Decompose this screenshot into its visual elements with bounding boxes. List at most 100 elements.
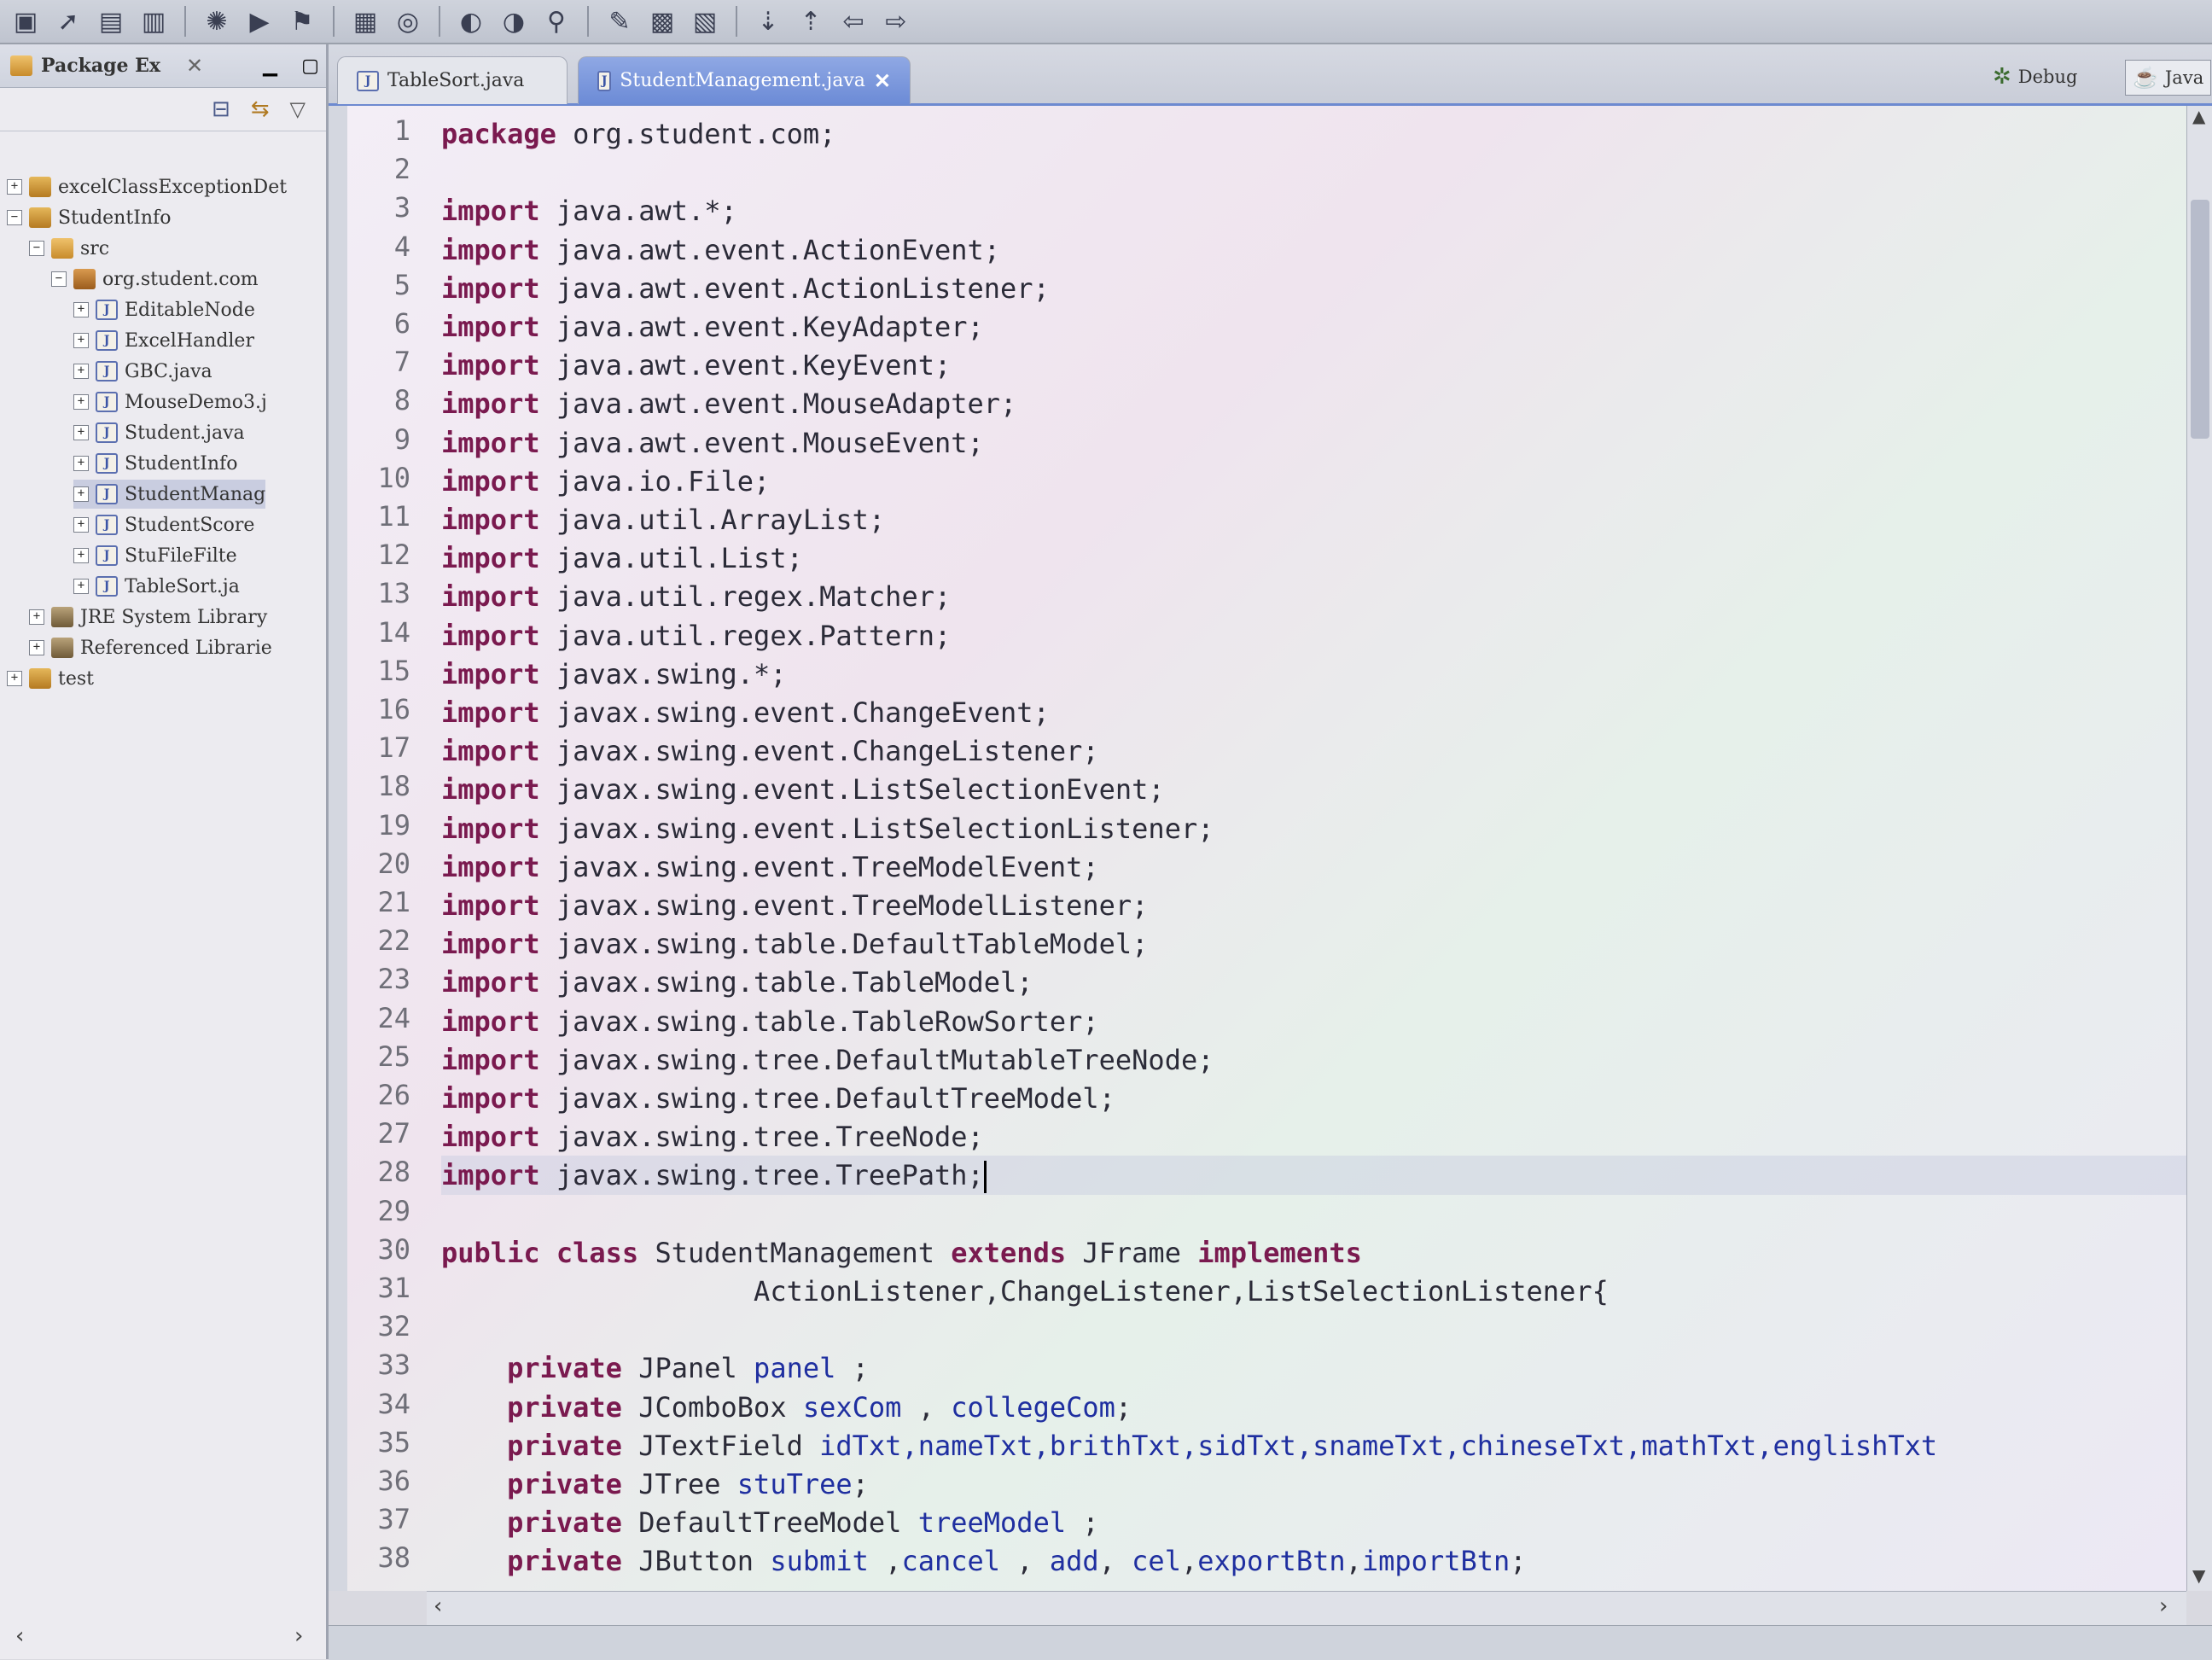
code-line[interactable]: import javax.swing.event.TreeModelListen…	[441, 886, 1148, 925]
code-line[interactable]: import javax.swing.table.TableRowSorter;	[441, 1002, 1099, 1041]
scroll-left-icon[interactable]: ‹	[434, 1593, 442, 1619]
open-type-icon[interactable]: ◑	[497, 4, 531, 38]
expand-icon[interactable]: +	[7, 671, 22, 686]
code-line[interactable]: private JComboBox sexCom , collegeCom;	[441, 1388, 1132, 1427]
code-line[interactable]: import javax.swing.event.ListSelectionLi…	[441, 809, 1214, 848]
code-line[interactable]: import javax.swing.table.DefaultTableMod…	[441, 924, 1148, 964]
expand-icon[interactable]: +	[29, 609, 44, 625]
maximize-icon[interactable]: ▢	[301, 55, 319, 77]
horizontal-scrollbar[interactable]: ‹ ›	[427, 1591, 2186, 1626]
next-annotation-icon[interactable]: ⇣	[751, 4, 785, 38]
toggle-mark-icon[interactable]: ✎	[602, 4, 637, 38]
expand-icon[interactable]: +	[29, 640, 44, 655]
code-line[interactable]: private JTextField idTxt,nameTxt,brithTx…	[441, 1426, 1937, 1465]
tree-item[interactable]: − org.student.com	[51, 265, 259, 294]
new-java-project-icon[interactable]: ▦	[348, 4, 382, 38]
code-line[interactable]: import javax.swing.event.ListSelectionEv…	[441, 770, 1165, 809]
code-line[interactable]: import javax.swing.event.TreeModelEvent;	[441, 847, 1099, 887]
external-tools-icon[interactable]: ⚑	[285, 4, 319, 38]
scroll-right-icon[interactable]: ›	[294, 1623, 303, 1649]
code-line[interactable]: private DefaultTreeModel treeModel ;	[441, 1503, 1099, 1542]
code-line[interactable]: import java.util.List;	[441, 539, 803, 578]
tree-item[interactable]: + J EditableNode	[73, 295, 255, 324]
expand-icon[interactable]: +	[73, 579, 89, 594]
pointer-icon[interactable]: ➚	[51, 4, 85, 38]
code-line[interactable]: import java.awt.event.KeyEvent;	[441, 346, 951, 385]
tree-item[interactable]: − StudentInfo	[7, 203, 171, 232]
save-icon[interactable]: ▤	[94, 4, 128, 38]
tree-item[interactable]: + J StudentScore	[73, 510, 254, 539]
code-line[interactable]: import javax.swing.event.ChangeListener;	[441, 731, 1099, 771]
code-line[interactable]: import javax.swing.tree.DefaultMutableTr…	[441, 1040, 1214, 1080]
expand-icon[interactable]: +	[73, 425, 89, 440]
scroll-left-icon[interactable]: ‹	[15, 1623, 24, 1649]
search-icon[interactable]: ⚲	[539, 4, 573, 38]
code-editor[interactable]: 1 2 3 4 5 6 7 8 9 10 11 12 13 14 15 16 17 18 19 20 21 22 23 24 2…	[329, 106, 2186, 1591]
expand-icon[interactable]: +	[73, 302, 89, 317]
expand-icon[interactable]: +	[73, 486, 89, 502]
code-line[interactable]: import java.awt.event.MouseAdapter;	[441, 384, 1016, 423]
code-line[interactable]: import java.awt.event.MouseEvent;	[441, 423, 984, 463]
code-line[interactable]: import java.util.regex.Matcher;	[441, 577, 951, 616]
code-line[interactable]: ActionListener,ChangeListener,ListSelect…	[441, 1272, 1609, 1311]
tree-item[interactable]: + J MouseDemo3.j	[73, 387, 267, 416]
tree-item[interactable]: + JRE System Library	[29, 603, 267, 632]
scroll-right-icon[interactable]: ›	[2159, 1593, 2168, 1619]
code-line[interactable]: import java.util.regex.Pattern;	[441, 616, 951, 655]
view-menu-icon[interactable]: ▽	[290, 97, 306, 121]
code-line[interactable]: import javax.swing.tree.TreePath;	[441, 1156, 987, 1195]
code-line[interactable]: import java.util.ArrayList;	[441, 500, 885, 539]
tree-item[interactable]: + J TableSort.ja	[73, 572, 240, 601]
code-line[interactable]: import javax.swing.*;	[441, 655, 787, 694]
collapse-icon[interactable]: −	[51, 271, 67, 287]
code-line[interactable]: import javax.swing.event.ChangeEvent;	[441, 693, 1050, 732]
tree-item[interactable]: + J StudentManag	[73, 480, 266, 509]
code-area[interactable]: package org.student.com; import java.awt.…	[441, 106, 2186, 1591]
new-class-icon[interactable]: ◐	[454, 4, 488, 38]
expand-icon[interactable]: +	[73, 456, 89, 471]
scroll-down-icon[interactable]: ▼	[2192, 1565, 2205, 1586]
tree-item[interactable]: + J StudentInfo	[73, 449, 237, 478]
tree-item[interactable]: + J StuFileFilte	[73, 541, 237, 570]
back-icon[interactable]: ⇦	[836, 4, 870, 38]
code-line[interactable]: private JButton submit ,cancel , add, ce…	[441, 1541, 1526, 1581]
tree-item[interactable]: + J GBC.java	[73, 357, 212, 386]
code-line[interactable]: public class StudentManagement extends J…	[441, 1233, 1362, 1273]
code-line[interactable]: import java.awt.event.KeyAdapter;	[441, 307, 984, 347]
vertical-scrollbar-thumb[interactable]	[2191, 200, 2209, 439]
run-icon[interactable]: ▶	[242, 4, 276, 38]
link-with-editor-icon[interactable]: ⇆	[251, 96, 270, 122]
debug-icon[interactable]: ✺	[200, 4, 234, 38]
block-icon[interactable]: ▧	[688, 4, 722, 38]
close-icon[interactable]: ✕	[874, 68, 891, 93]
collapse-all-icon[interactable]: ⊟	[212, 96, 230, 122]
collapse-icon[interactable]: −	[29, 241, 44, 256]
collapse-icon[interactable]: −	[7, 210, 22, 225]
expand-icon[interactable]: +	[73, 394, 89, 410]
expand-icon[interactable]: +	[7, 179, 22, 195]
minimize-icon[interactable]: ▁	[263, 55, 277, 77]
scroll-up-icon[interactable]: ▲	[2192, 106, 2205, 126]
new-icon[interactable]: ▣	[9, 4, 43, 38]
code-line[interactable]: import javax.swing.tree.DefaultTreeModel…	[441, 1079, 1115, 1118]
code-line[interactable]: import java.io.File;	[441, 462, 770, 501]
tree-item[interactable]: + J Student.java	[73, 418, 245, 447]
code-line[interactable]: private JPanel panel ;	[441, 1348, 869, 1388]
vertical-scrollbar[interactable]: ▲ ▼	[2186, 106, 2212, 1591]
code-line[interactable]: import javax.swing.table.TableModel;	[441, 963, 1033, 1002]
code-line[interactable]: package org.student.com;	[441, 114, 835, 154]
print-icon[interactable]: ▥	[137, 4, 171, 38]
format-icon[interactable]: ▩	[645, 4, 679, 38]
tree-item[interactable]: + excelClassExceptionDet	[7, 172, 287, 201]
tree-item[interactable]: + Referenced Librarie	[29, 633, 272, 662]
expand-icon[interactable]: +	[73, 364, 89, 379]
prev-annotation-icon[interactable]: ⇡	[794, 4, 828, 38]
forward-icon[interactable]: ⇨	[879, 4, 913, 38]
tree-item[interactable]: + test	[7, 664, 94, 693]
expand-icon[interactable]: +	[73, 548, 89, 563]
perspective-debug[interactable]: ✲ Debug	[1993, 60, 2077, 94]
tab-studentmanagement[interactable]: J StudentManagement.java ✕	[578, 56, 911, 104]
close-icon[interactable]: ✕	[186, 54, 203, 78]
expand-icon[interactable]: +	[73, 517, 89, 533]
tree-item[interactable]: − src	[29, 234, 109, 263]
